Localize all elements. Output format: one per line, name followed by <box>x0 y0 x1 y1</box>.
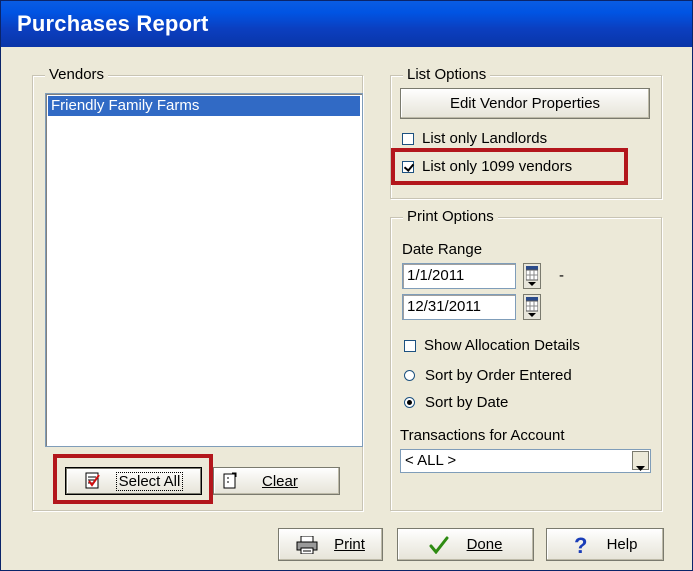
start-date-input[interactable]: 1/1/2011 <box>402 263 516 289</box>
show-allocation-details-label: Show Allocation Details <box>424 337 580 354</box>
chevron-down-icon <box>636 458 645 471</box>
print-label: Print <box>334 536 365 553</box>
list-only-landlords-checkbox[interactable] <box>402 132 414 145</box>
list-only-landlords-label: List only Landlords <box>422 130 548 147</box>
sort-by-order-entered-label: Sort by Order Entered <box>425 367 572 384</box>
list-item-friendly-family-farms[interactable]: Friendly Family Farms <box>48 96 360 116</box>
list-options-legend: List Options <box>403 66 491 84</box>
clear-icon <box>222 472 238 490</box>
print-options-legend: Print Options <box>403 208 498 226</box>
vendors-legend: Vendors <box>45 66 109 84</box>
select-all-highlight <box>53 454 213 504</box>
question-mark-icon: ? <box>573 533 589 558</box>
date-separator: - <box>559 267 564 284</box>
sort-by-order-entered-radio[interactable] <box>404 370 415 381</box>
window-title: Purchases Report <box>17 11 209 36</box>
vendor-list[interactable]: Friendly Family Farms <box>45 93 363 447</box>
account-select-value: < ALL > <box>405 452 457 469</box>
edit-vendor-properties-label: Edit Vendor Properties <box>449 95 601 112</box>
printer-icon <box>296 535 318 554</box>
purchases-report-window: Purchases Report Vendors Friendly Family… <box>0 0 693 571</box>
list-only-landlords-row[interactable]: List only Landlords <box>402 130 547 147</box>
end-date-input[interactable]: 12/31/2011 <box>402 294 516 320</box>
show-allocation-details-row[interactable]: Show Allocation Details <box>404 337 580 354</box>
sort-by-order-entered-row[interactable]: Sort by Order Entered <box>404 367 572 384</box>
start-date-calendar-button[interactable] <box>523 263 541 289</box>
clear-label: Clear <box>262 472 298 490</box>
sort-by-date-label: Sort by Date <box>425 394 509 411</box>
help-label: Help <box>606 536 638 553</box>
done-label: Done <box>466 536 503 553</box>
done-button[interactable]: Done <box>397 528 534 561</box>
print-button[interactable]: Print <box>278 528 383 561</box>
help-button[interactable]: ? Help <box>546 528 664 561</box>
sort-by-date-row[interactable]: Sort by Date <box>404 394 508 411</box>
transactions-for-account-label: Transactions for Account <box>400 427 565 444</box>
date-range-label: Date Range <box>402 241 483 258</box>
dropdown-arrow-button[interactable] <box>632 451 649 471</box>
1099-vendors-highlight <box>391 148 628 185</box>
sort-by-date-radio[interactable] <box>404 397 415 408</box>
title-bar: Purchases Report <box>1 1 692 47</box>
calendar-icon <box>525 266 539 286</box>
svg-text:?: ? <box>574 534 587 556</box>
show-allocation-details-checkbox[interactable] <box>404 339 416 352</box>
calendar-icon <box>525 297 539 317</box>
end-date-calendar-button[interactable] <box>523 294 541 320</box>
account-select[interactable]: < ALL > <box>400 449 651 473</box>
edit-vendor-properties-button[interactable]: Edit Vendor Properties <box>400 88 650 119</box>
clear-button[interactable]: Clear <box>213 467 340 495</box>
checkmark-icon <box>429 536 449 554</box>
